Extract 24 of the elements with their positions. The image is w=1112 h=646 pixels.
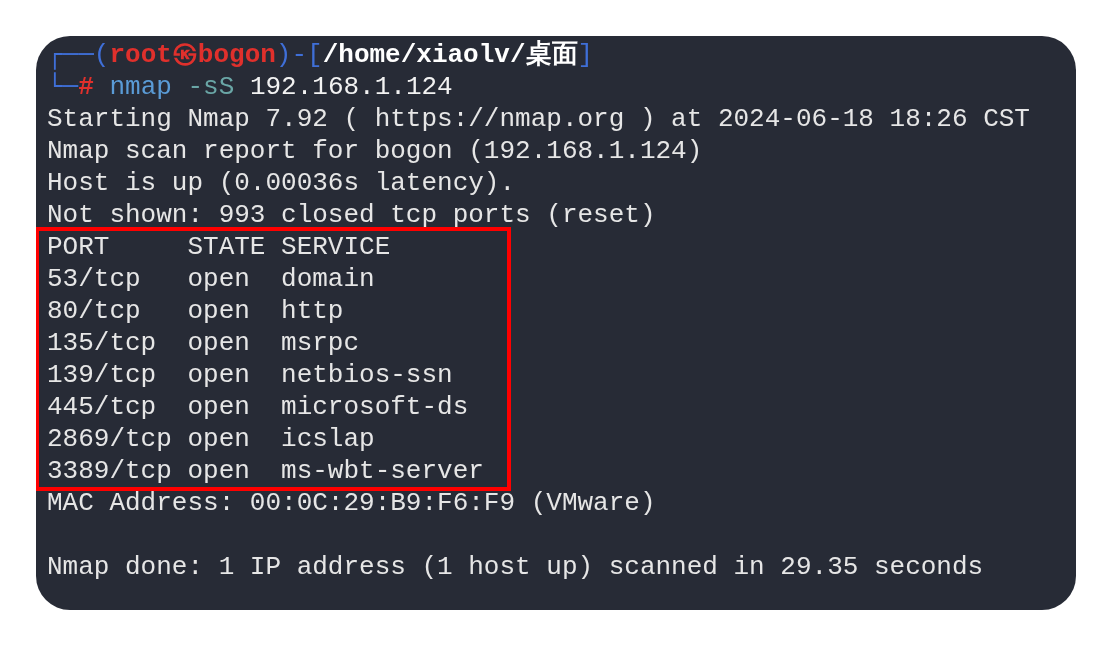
prompt-user: root㉿bogon xyxy=(109,40,276,70)
command-option: -sS xyxy=(187,72,235,102)
prompt-frame: ] xyxy=(577,40,594,70)
output-line: 445/tcp open microsoft-ds xyxy=(47,391,470,423)
command-text: nmap xyxy=(109,72,172,102)
prompt-frame: ┌──( xyxy=(47,40,110,70)
output-line: Not shown: 993 closed tcp ports (reset) xyxy=(47,199,657,231)
output-line: Host is up (0.00036s latency). xyxy=(47,167,517,199)
prompt-user: # xyxy=(78,72,94,102)
output-line: PORT STATE SERVICE xyxy=(47,231,392,263)
output-line: 53/tcp open domain xyxy=(47,263,376,295)
output-line: 80/tcp open http xyxy=(47,295,345,327)
command-argument: 192.168.1.124 xyxy=(249,72,453,102)
output-line: Nmap scan report for bogon (192.168.1.124) xyxy=(47,135,704,167)
output-line: 2869/tcp open icslap xyxy=(47,423,376,455)
output-line: 139/tcp open netbios-ssn xyxy=(47,359,454,391)
output-line: MAC Address: 00:0C:29:B9:F6:F9 (VMware) xyxy=(47,487,657,519)
prompt-path: /home/xiaolv/桌面 xyxy=(322,40,578,70)
prompt-frame: └─ xyxy=(47,72,79,102)
prompt-frame: )-[ xyxy=(275,40,323,70)
output-line: 3389/tcp open ms-wbt-server xyxy=(47,455,485,487)
output-line: 135/tcp open msrpc xyxy=(47,327,361,359)
output-line: Starting Nmap 7.92 ( https://nmap.org ) at 2024-06-18 18:26 CST xyxy=(47,103,1031,135)
output-line: Nmap done: 1 IP address (1 host up) scanned in 29.35 seconds xyxy=(47,551,985,583)
